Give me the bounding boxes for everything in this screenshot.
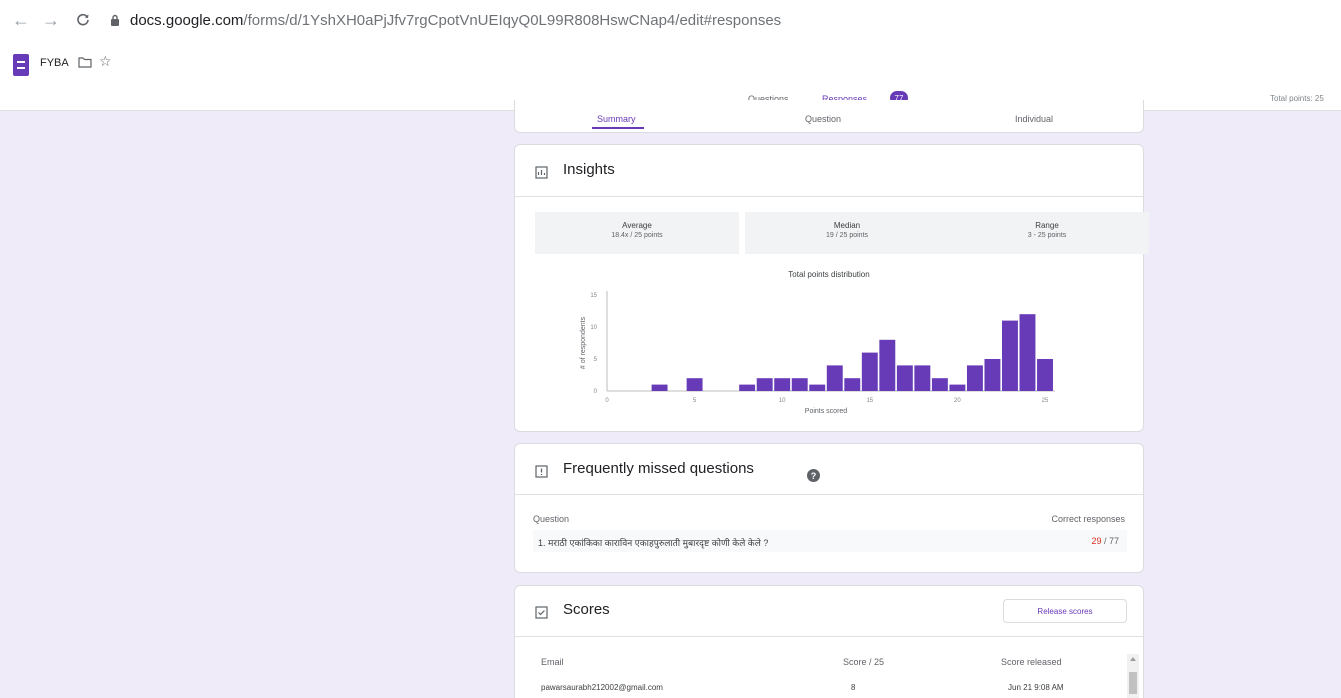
x-tick-label: 10 xyxy=(779,398,786,404)
column-header-correct: Correct responses xyxy=(1051,514,1125,524)
y-tick-label: 5 xyxy=(594,357,598,363)
release-scores-button[interactable]: Release scores xyxy=(1003,599,1127,623)
x-tick-label: 25 xyxy=(1042,398,1049,404)
histogram-bar xyxy=(1019,314,1036,391)
histogram-bar xyxy=(809,384,826,391)
score-email[interactable]: pawarsaurabh212002@gmail.com xyxy=(541,683,663,692)
response-total: / 77 xyxy=(1101,536,1119,546)
x-tick-label: 5 xyxy=(693,398,697,404)
subtab-question[interactable]: Question xyxy=(805,114,841,124)
scores-title: Scores xyxy=(563,601,610,618)
y-tick-label: 10 xyxy=(590,325,597,331)
reload-glyph xyxy=(77,13,89,26)
column-header-email: Email xyxy=(541,657,564,667)
lock-icon xyxy=(108,13,122,27)
histogram-bar xyxy=(896,365,913,391)
star-icon[interactable]: ☆ xyxy=(99,53,112,70)
google-forms-logo-icon[interactable] xyxy=(13,54,29,76)
column-header-score: Score / 25 xyxy=(843,657,885,667)
browser-toolbar: ← → docs.google.com/forms/d/1YshXH0aPjJf… xyxy=(0,0,1341,40)
histogram-bar xyxy=(1037,359,1053,391)
histogram-bar xyxy=(931,378,948,391)
histogram-bar xyxy=(984,359,1001,391)
correct-count: 29 xyxy=(1091,536,1102,546)
histogram-bar xyxy=(774,378,791,391)
y-tick-label: 15 xyxy=(590,293,597,299)
subtab-summary[interactable]: Summary xyxy=(597,114,636,124)
x-tick-label: 0 xyxy=(605,398,609,404)
points-distribution-chart: 0 5 10 15 20 25 0 5 10 15 Points scored # of respon… xyxy=(580,291,1055,415)
divider xyxy=(515,636,1143,637)
missed-questions-title: Frequently missed questions xyxy=(563,460,754,477)
subtab-individual[interactable]: Individual xyxy=(1015,114,1053,124)
x-tick-label: 15 xyxy=(866,398,873,404)
missed-questions-icon xyxy=(535,465,548,478)
back-arrow-icon[interactable]: ← xyxy=(10,9,32,31)
help-icon[interactable]: ? xyxy=(807,469,820,482)
missed-questions-card: Frequently missed questions ? Question C… xyxy=(514,443,1144,573)
score-released-time: Jun 21 9:08 AM xyxy=(1008,683,1064,692)
histogram-bar xyxy=(879,339,896,391)
folder-icon[interactable] xyxy=(78,56,92,68)
histogram-bar xyxy=(826,365,843,391)
scores-scrollbar[interactable] xyxy=(1127,654,1139,698)
scroll-thumb[interactable] xyxy=(1129,672,1137,694)
histogram-bar xyxy=(966,365,983,391)
active-subtab-indicator xyxy=(592,127,644,129)
address-bar[interactable]: docs.google.com/forms/d/1YshXH0aPjJfv7rg… xyxy=(108,6,1341,34)
missed-question-row[interactable]: 1. मराठी एकांकिका काराविन एकाहपुरुलाती म… xyxy=(533,530,1127,552)
url-domain: docs.google.com xyxy=(130,11,244,29)
divider xyxy=(515,494,1143,495)
column-header-question: Question xyxy=(533,514,570,524)
histogram-bar xyxy=(739,384,756,391)
url-path: /forms/d/1YshXH0aPjJfv7rgCpotVnUEIqyQ0L9… xyxy=(243,11,782,29)
scores-card: Scores Release scores Email Score / 25 S… xyxy=(514,585,1144,698)
insights-card: Insights Average 18.4x / 25 points Media… xyxy=(514,144,1149,432)
histogram-bar xyxy=(844,378,861,391)
column-header-released: Score released xyxy=(1001,657,1062,667)
histogram-bar xyxy=(1002,320,1018,391)
reload-icon[interactable] xyxy=(72,9,94,31)
histogram-bar xyxy=(651,384,668,391)
histogram-bar xyxy=(914,365,931,391)
x-axis-label: Points scored xyxy=(805,408,848,415)
question-text: 1. मराठी एकांकिका काराविन एकाहपुरुलाती म… xyxy=(538,538,769,548)
histogram-bar xyxy=(861,352,878,391)
histogram-bar xyxy=(949,384,966,391)
total-points: Total points: 25 xyxy=(1270,94,1324,103)
y-tick-label: 0 xyxy=(594,389,598,395)
y-axis-label: # of respondents xyxy=(580,316,587,369)
scores-icon xyxy=(535,606,548,619)
x-tick-label: 20 xyxy=(954,398,961,404)
correct-responses: 29 / 77 xyxy=(1091,536,1119,546)
forward-arrow-icon[interactable]: → xyxy=(40,9,62,31)
scroll-up-arrow-icon[interactable] xyxy=(1130,657,1136,661)
form-title[interactable]: FYBA xyxy=(40,57,69,69)
score-value: 8 xyxy=(851,683,856,692)
histogram-bar xyxy=(686,378,703,391)
histogram-bar xyxy=(791,378,808,391)
histogram-bar xyxy=(756,378,773,391)
